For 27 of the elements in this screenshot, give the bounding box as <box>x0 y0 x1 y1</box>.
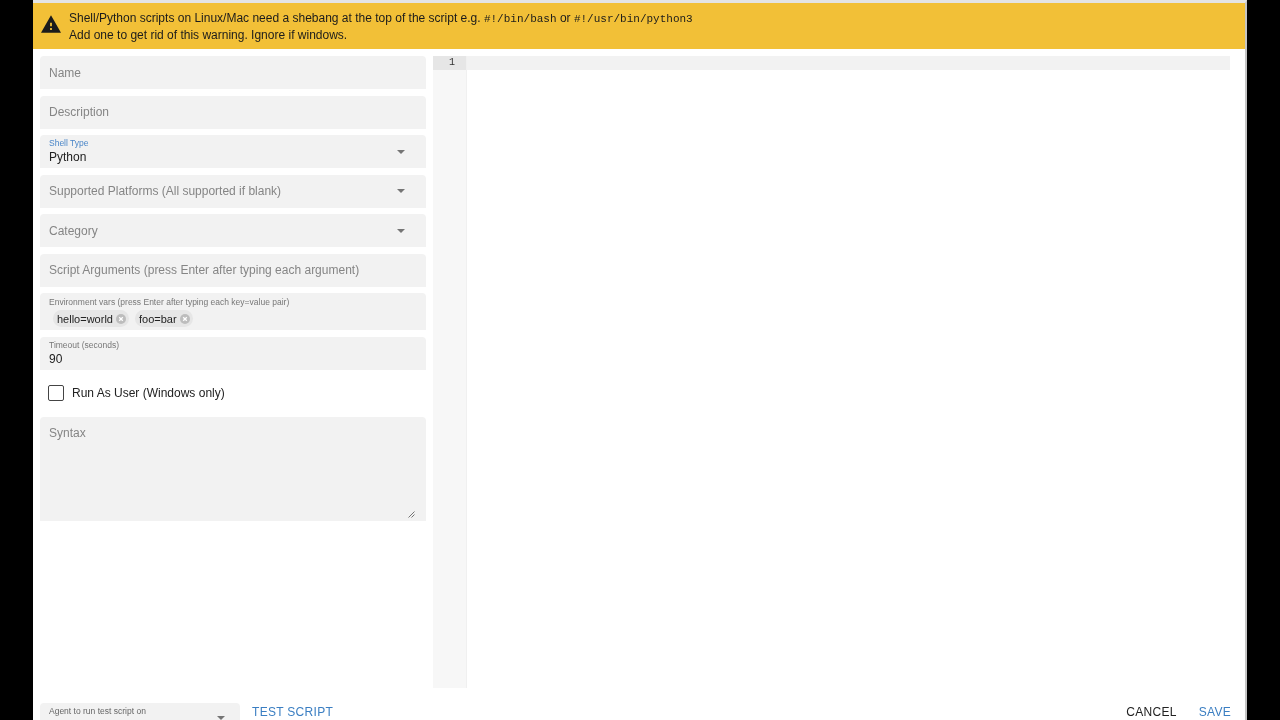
cancel-button[interactable]: CANCEL <box>1121 704 1182 720</box>
env-var-chip[interactable]: hello=world <box>53 310 129 327</box>
checkbox[interactable] <box>48 385 64 401</box>
warning-icon <box>41 15 61 33</box>
caret-icon <box>397 228 405 233</box>
select-field[interactable]: Shell Type Python <box>40 135 426 168</box>
agent-select[interactable]: Agent to run test script on <box>40 703 240 720</box>
close-icon[interactable] <box>179 313 190 324</box>
input-field[interactable]: Timeout (seconds) 90 <box>40 336 426 370</box>
code-editor[interactable] <box>466 56 1230 688</box>
save-button[interactable]: SAVE <box>1193 704 1236 720</box>
close-icon[interactable] <box>115 313 126 324</box>
env-var-chip[interactable]: foo=bar <box>134 310 193 327</box>
caret-icon <box>397 149 405 154</box>
chips-field[interactable]: Environment vars (press Enter after typing each key=value pair) hello=world foo=bar <box>40 293 426 330</box>
warning-text: Add one to get rid of this warning. Ignore if windows. <box>69 26 348 43</box>
line-number: 1 <box>433 56 466 70</box>
caret-icon <box>397 189 405 193</box>
input-field[interactable]: Description <box>40 95 426 129</box>
checkbox-label[interactable]: Run As User (Windows only) <box>72 386 225 400</box>
textarea-field[interactable]: Syntax <box>40 416 426 521</box>
input-field[interactable]: Script Arguments (press Enter after typing each argument) <box>40 253 426 287</box>
test-script-button[interactable]: TEST SCRIPT <box>247 704 339 720</box>
resize-handle-icon[interactable] <box>408 510 415 518</box>
warning-text: Shell/Python scripts on Linux/Mac need a shebang at the top of the script e.g. #!/bin/bash or #!/usr/bin/python3 <box>69 9 693 27</box>
input-field[interactable]: Name <box>40 56 426 89</box>
caret-icon <box>217 716 225 720</box>
